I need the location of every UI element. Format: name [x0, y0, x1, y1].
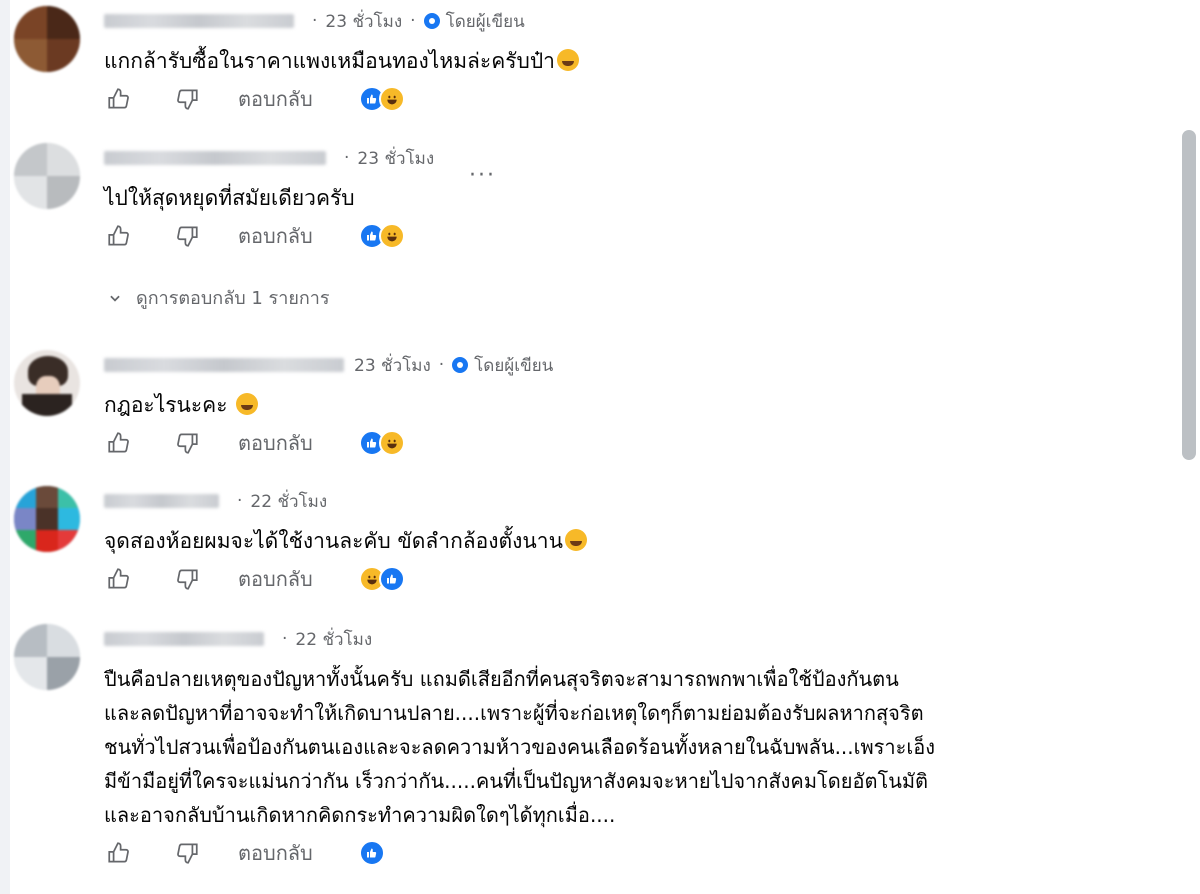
reply-button[interactable]: ตอบกลับ	[238, 427, 313, 459]
author-badge: โดยผู้เขียน	[452, 352, 553, 379]
thumbs-up-icon	[108, 432, 129, 453]
reaction-summary[interactable]	[358, 840, 385, 866]
like-button[interactable]	[104, 838, 134, 868]
dislike-button[interactable]	[172, 838, 202, 868]
blurred-name[interactable]	[104, 632, 264, 646]
thumbs-up-icon	[108, 842, 129, 863]
comment-actions: ตอบกลับ	[104, 562, 405, 596]
reaction-summary[interactable]	[358, 86, 405, 112]
thumbs-down-icon	[177, 433, 198, 454]
comment-meta: · 23 ชั่วโมง	[104, 143, 434, 173]
thumbs-down-icon	[177, 569, 198, 590]
avatar[interactable]	[14, 6, 80, 72]
like-reaction-icon	[378, 566, 405, 592]
comment-text: กฎอะไรนะคะ	[104, 388, 259, 422]
scrollbar[interactable]	[1174, 0, 1200, 894]
like-button[interactable]	[104, 564, 134, 594]
comment-text: จุดสองห้อยผมจะได้ใช้งานละคับ ขัดลำกล้องต…	[104, 524, 587, 558]
reaction-summary[interactable]	[358, 566, 405, 592]
comment-meta: · 22 ชั่วโมง	[104, 486, 327, 516]
like-button[interactable]	[104, 428, 134, 458]
globe-author-icon	[423, 13, 440, 29]
dislike-button[interactable]	[172, 84, 202, 114]
avatar[interactable]	[14, 350, 80, 416]
comment-text: ปืนคือปลายเหตุของปัญหาทั้งนั้นครับ แถมดี…	[104, 667, 935, 827]
reaction-summary[interactable]	[358, 223, 405, 249]
comment-time[interactable]: 22 ชั่วโมง	[295, 626, 372, 653]
reply-button[interactable]: ตอบกลับ	[238, 220, 313, 252]
blurred-name[interactable]	[104, 151, 326, 165]
like-reaction-icon	[358, 840, 385, 866]
comment-actions: ตอบกลับ	[104, 219, 405, 253]
chevron-down-icon	[110, 295, 120, 302]
comment-actions: ตอบกลับ	[104, 836, 385, 870]
thumbs-down-icon	[177, 843, 198, 864]
comment-time[interactable]: 23 ชั่วโมง	[357, 145, 434, 172]
thumbs-down-icon	[177, 89, 198, 110]
thumbs-up-icon	[108, 225, 129, 246]
reply-button[interactable]: ตอบกลับ	[238, 837, 313, 869]
blurred-name[interactable]	[104, 494, 219, 508]
comment-text: แกกล้ารับซื้อในราคาแพงเหมือนทองไหมล่ะครั…	[104, 44, 579, 78]
haha-reaction-icon	[378, 430, 405, 456]
dislike-button[interactable]	[172, 221, 202, 251]
grin-emoji-icon	[556, 49, 579, 71]
reply-button[interactable]: ตอบกลับ	[238, 83, 313, 115]
left-gutter	[0, 0, 10, 894]
dislike-button[interactable]	[172, 564, 202, 594]
haha-reaction-icon	[378, 86, 405, 112]
comment-actions: ตอบกลับ	[104, 426, 405, 460]
comments-page: · 23 ชั่วโมง · โดยผู้เขียน แกกล้ารับซื้อ…	[0, 0, 1200, 894]
rolling-laugh-emoji-icon	[236, 393, 259, 415]
blurred-name[interactable]	[104, 14, 294, 28]
comment-actions: ตอบกลับ	[104, 82, 405, 116]
globe-author-icon	[452, 357, 469, 373]
author-badge: โดยผู้เขียน	[423, 8, 525, 35]
comment-meta: · 22 ชั่วโมง	[104, 624, 372, 654]
comment-meta: 23 ชั่วโมง · โดยผู้เขียน	[104, 350, 553, 380]
avatar[interactable]	[14, 143, 80, 209]
like-button[interactable]	[104, 84, 134, 114]
thumbs-up-icon	[108, 568, 129, 589]
more-dots-icon[interactable]: ···	[469, 163, 496, 188]
comment-text: ไปให้สุดหยุดที่สมัยเดียวครับ	[104, 186, 355, 210]
view-replies-link[interactable]: ดูการตอบกลับ 1 รายการ	[108, 283, 330, 312]
comment-time[interactable]: 23 ชั่วโมง	[325, 8, 402, 35]
dislike-button[interactable]	[172, 428, 202, 458]
thumbs-down-icon	[177, 226, 198, 247]
avatar[interactable]	[14, 486, 80, 552]
grin-sweat-emoji-icon	[564, 529, 587, 551]
blurred-name[interactable]	[104, 358, 344, 372]
comment-time[interactable]: 22 ชั่วโมง	[250, 488, 327, 515]
comment-meta: · 23 ชั่วโมง · โดยผู้เขียน	[104, 6, 525, 36]
thumbs-up-icon	[108, 88, 129, 109]
avatar[interactable]	[14, 624, 80, 690]
reaction-summary[interactable]	[358, 430, 405, 456]
scrollbar-thumb[interactable]	[1182, 130, 1196, 460]
comment-time[interactable]: 23 ชั่วโมง	[354, 352, 431, 379]
like-button[interactable]	[104, 221, 134, 251]
haha-reaction-icon	[378, 223, 405, 249]
reply-button[interactable]: ตอบกลับ	[238, 563, 313, 595]
